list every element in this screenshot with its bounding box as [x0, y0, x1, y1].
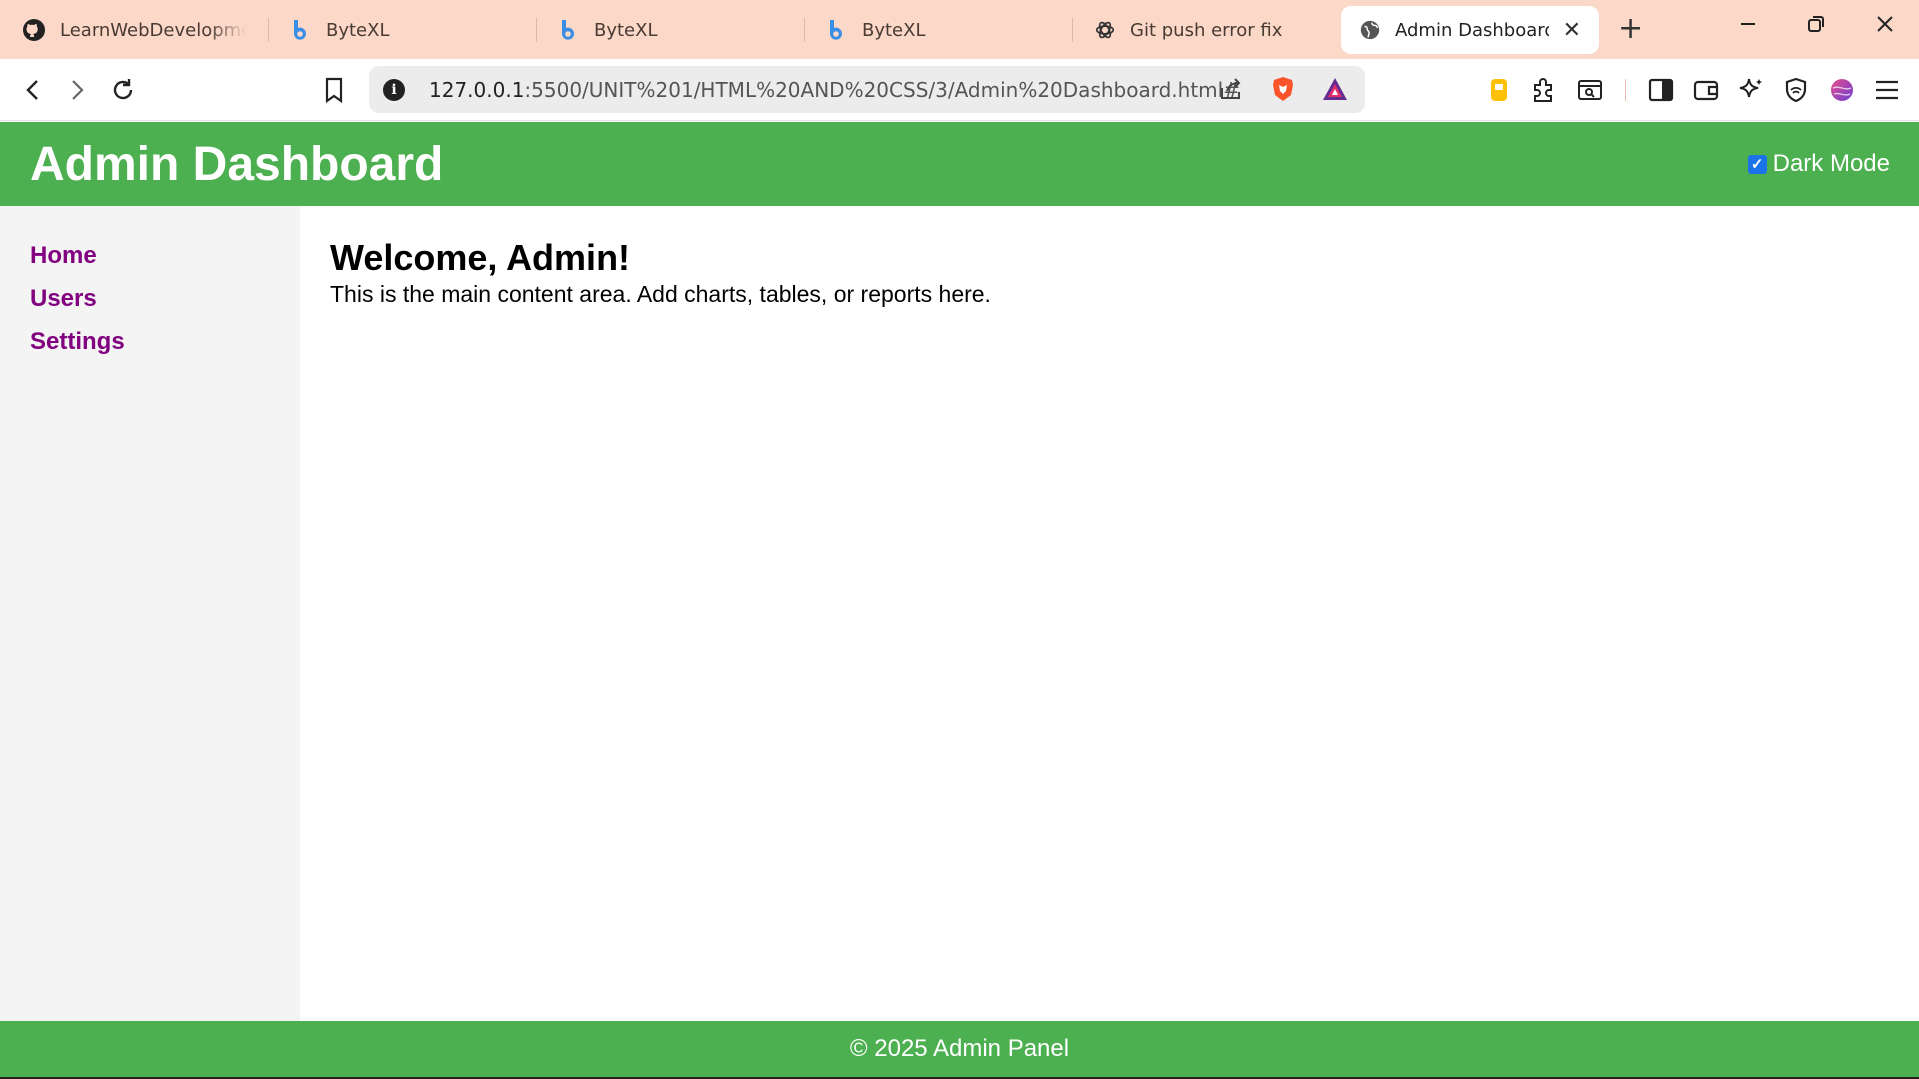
hamburger-menu-icon [1876, 80, 1898, 100]
openai-icon [1095, 21, 1115, 39]
main-content: Welcome, Admin! This is the main content… [330, 236, 991, 308]
sidebar-icon [1648, 78, 1674, 102]
tab-title: ByteXL [862, 19, 926, 41]
tab-title: ByteXL [594, 19, 658, 41]
site-info-icon[interactable]: i [383, 78, 405, 101]
vpn-button[interactable] [1779, 73, 1813, 107]
tab-title: Git push error fix [1130, 19, 1283, 41]
extension-button[interactable] [1482, 73, 1516, 107]
puzzle-icon [1534, 78, 1552, 102]
tab-learnwebdevelopment[interactable]: LearnWebDevelopment/ [4, 6, 264, 54]
sidebar-item-users[interactable]: Users [30, 277, 300, 320]
tab-bytexl-1[interactable]: ByteXL [272, 6, 532, 54]
dark-mode-toggle[interactable]: ✓ Dark Mode [1747, 150, 1890, 178]
back-button[interactable] [16, 73, 50, 107]
page-footer: © 2025 Admin Panel [0, 1021, 1919, 1079]
github-icon [23, 19, 45, 41]
tab-bytexl-2[interactable]: ByteXL [540, 6, 800, 54]
tab-git-push-error-fix[interactable]: Git push error fix [1076, 6, 1336, 54]
tab-title: Admin Dashboard [1395, 19, 1549, 41]
welcome-heading: Welcome, Admin! [330, 237, 631, 278]
menu-button[interactable] [1870, 73, 1904, 107]
profile-button[interactable] [1825, 73, 1859, 107]
sidebar-item-settings[interactable]: Settings [30, 320, 300, 363]
address-bar[interactable]: i 127.0.0.1:5500/UNIT%201/HTML%20AND%20C… [369, 66, 1365, 113]
brave-rewards-icon[interactable] [1318, 72, 1352, 106]
forward-button[interactable] [60, 73, 94, 107]
shield-icon [1785, 77, 1807, 103]
new-tab-button[interactable]: + [1618, 14, 1643, 44]
leo-ai-button[interactable] [1734, 73, 1768, 107]
extension-badge-icon [1491, 79, 1507, 101]
reload-button[interactable] [106, 73, 140, 107]
browser-tabstrip: LearnWebDevelopment/ ByteXL ByteXL ByteX… [0, 0, 1919, 59]
avatar-icon [1831, 79, 1853, 101]
bytexl-icon [293, 20, 306, 40]
extensions-button[interactable] [1527, 73, 1561, 107]
reader-mode-button[interactable] [1573, 73, 1607, 107]
minimize-button[interactable] [1738, 12, 1758, 42]
reader-icon [1578, 80, 1602, 100]
sidebar-item-home[interactable]: Home [30, 234, 300, 277]
bookmark-button[interactable] [317, 73, 351, 107]
dark-mode-checkbox[interactable]: ✓ [1747, 154, 1767, 174]
tab-bytexl-3[interactable]: ByteXL [808, 6, 1068, 54]
tab-admin-dashboard[interactable]: Admin Dashboard ✕ [1341, 6, 1599, 54]
app-header: Admin Dashboard ✓ Dark Mode [0, 122, 1919, 206]
footer-text: © 2025 Admin Panel [849, 1035, 1070, 1062]
bookmark-icon [325, 77, 343, 103]
bytexl-icon [561, 20, 574, 40]
brave-shields-icon[interactable] [1266, 72, 1300, 106]
close-tab-icon[interactable]: ✕ [1563, 18, 1581, 43]
url-text: 127.0.0.1:5500/UNIT%201/HTML%20AND%20CSS… [429, 77, 1240, 102]
minimize-icon [1741, 23, 1755, 25]
browser-toolbar: i 127.0.0.1:5500/UNIT%201/HTML%20AND%20C… [0, 59, 1919, 121]
chevron-right-icon [72, 80, 84, 100]
bytexl-icon [829, 20, 842, 40]
sidebar: Home Users Settings [0, 206, 300, 1021]
wallet-button[interactable] [1689, 73, 1723, 107]
wallet-icon [1693, 80, 1719, 101]
welcome-text: This is the main content area. Add chart… [330, 281, 991, 307]
sidebar-toggle-button[interactable] [1644, 73, 1678, 107]
tab-title: ByteXL [326, 19, 390, 41]
globe-icon [1360, 20, 1380, 40]
close-window-button[interactable] [1875, 12, 1895, 42]
share-icon[interactable] [1214, 72, 1248, 106]
tab-title: LearnWebDevelopment/ [60, 19, 246, 41]
sparkle-icon [1739, 78, 1762, 98]
page-title: Admin Dashboard [30, 137, 444, 191]
restore-button[interactable] [1806, 12, 1826, 42]
reload-icon [113, 79, 133, 100]
close-icon [1877, 16, 1893, 32]
dark-mode-label: Dark Mode [1772, 150, 1890, 177]
chevron-left-icon [26, 80, 38, 100]
restore-icon [1808, 16, 1824, 32]
